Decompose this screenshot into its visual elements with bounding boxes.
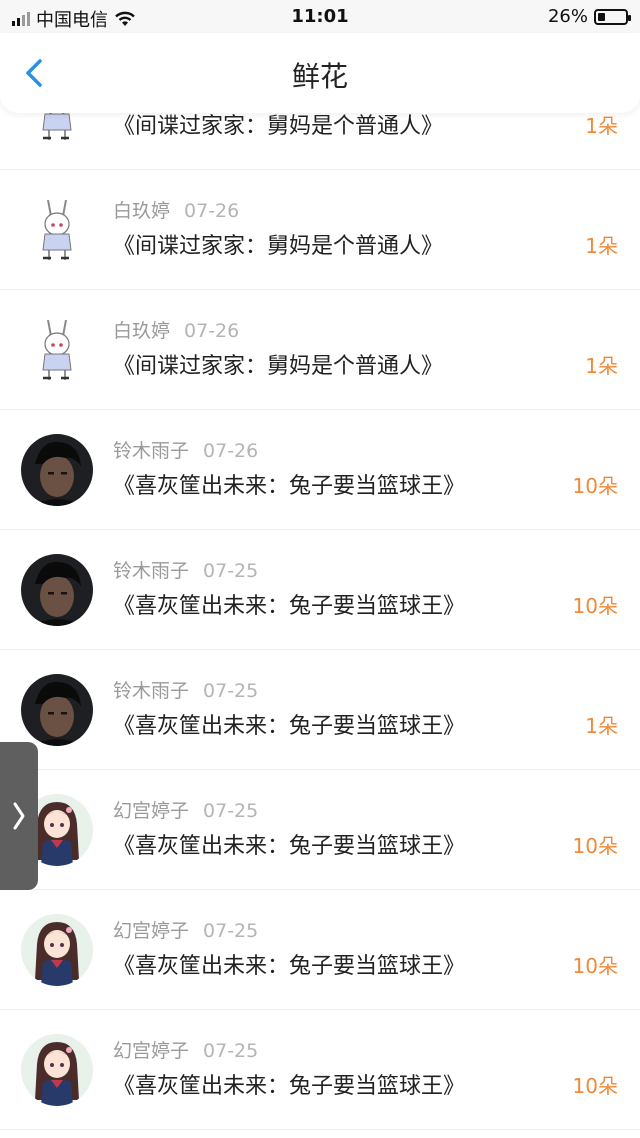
row-meta: 白玖婷 07-26 bbox=[113, 196, 239, 223]
flower-count: 10朵 bbox=[572, 954, 618, 978]
book-title: 《喜灰筐出未来：兔子要当篮球王》 bbox=[113, 954, 466, 979]
book-title: 《间谍过家家：舅妈是个普通人》 bbox=[113, 234, 444, 259]
user-name: 幻宫婷子 bbox=[113, 1040, 190, 1062]
flower-count: 10朵 bbox=[572, 474, 618, 498]
nav-bar: 鲜花 bbox=[0, 33, 640, 113]
list-item[interactable]: 铃木雨子 07-25 《喜灰筐出未来：兔子要当篮球王》 10朵 bbox=[0, 530, 640, 650]
book-title: 《喜灰筐出未来：兔子要当篮球王》 bbox=[113, 714, 466, 739]
avatar[interactable] bbox=[21, 314, 93, 386]
list-item[interactable]: 幻宫婷子 07-25 《喜灰筐出未来：兔子要当篮球王》 10朵 bbox=[0, 1010, 640, 1130]
post-date: 07-26 bbox=[203, 440, 259, 462]
list-item[interactable]: 铃木雨子 07-26 《喜灰筐出未来：兔子要当篮球王》 10朵 bbox=[0, 410, 640, 530]
flower-list: 《间谍过家家：舅妈是个普通人》 1朵 白玖婷 07-26 《间谍过家家：舅妈是个普通人》… bbox=[0, 53, 640, 1130]
flower-count: 10朵 bbox=[572, 594, 618, 618]
row-meta: 铃木雨子 07-26 bbox=[113, 436, 258, 463]
flower-count: 1朵 bbox=[585, 714, 618, 738]
status-bar: 中国电信 11:01 26% bbox=[0, 0, 640, 33]
avatar[interactable] bbox=[21, 194, 93, 266]
book-title: 《喜灰筐出未来：兔子要当篮球王》 bbox=[113, 1074, 466, 1099]
book-title: 《喜灰筐出未来：兔子要当篮球王》 bbox=[113, 594, 466, 619]
side-drawer-handle[interactable] bbox=[0, 742, 38, 890]
list-item[interactable]: 幻宫婷子 07-25 《喜灰筐出未来：兔子要当篮球王》 10朵 bbox=[0, 890, 640, 1010]
flower-count: 1朵 bbox=[585, 354, 618, 378]
row-meta: 幻宫婷子 07-25 bbox=[113, 1036, 258, 1063]
avatar[interactable] bbox=[21, 914, 93, 986]
post-date: 07-25 bbox=[203, 800, 259, 822]
book-title: 《喜灰筐出未来：兔子要当篮球王》 bbox=[113, 834, 466, 859]
row-meta: 铃木雨子 07-25 bbox=[113, 556, 258, 583]
flower-count: 1朵 bbox=[585, 114, 618, 138]
user-name: 铃木雨子 bbox=[113, 440, 190, 462]
flower-count: 1朵 bbox=[585, 234, 618, 258]
list-item[interactable]: 白玖婷 07-26 《间谍过家家：舅妈是个普通人》 1朵 bbox=[0, 290, 640, 410]
avatar[interactable] bbox=[21, 554, 93, 626]
post-date: 07-26 bbox=[184, 200, 240, 222]
post-date: 07-25 bbox=[203, 560, 259, 582]
row-meta: 白玖婷 07-26 bbox=[113, 316, 239, 343]
chevron-right-icon bbox=[13, 802, 25, 830]
avatar[interactable] bbox=[21, 1034, 93, 1106]
book-title: 《间谍过家家：舅妈是个普通人》 bbox=[113, 354, 444, 379]
user-name: 铃木雨子 bbox=[113, 560, 190, 582]
flower-count: 10朵 bbox=[572, 834, 618, 858]
row-meta: 铃木雨子 07-25 bbox=[113, 676, 258, 703]
page-title: 鲜花 bbox=[291, 60, 348, 93]
post-date: 07-26 bbox=[184, 320, 240, 342]
row-meta: 幻宫婷子 07-25 bbox=[113, 916, 258, 943]
avatar[interactable] bbox=[21, 434, 93, 506]
user-name: 幻宫婷子 bbox=[113, 800, 190, 822]
flower-count: 10朵 bbox=[572, 1074, 618, 1098]
book-title: 《喜灰筐出未来：兔子要当篮球王》 bbox=[113, 474, 466, 499]
user-name: 白玖婷 bbox=[113, 320, 171, 342]
avatar[interactable] bbox=[21, 674, 93, 746]
user-name: 幻宫婷子 bbox=[113, 920, 190, 942]
post-date: 07-25 bbox=[203, 1040, 259, 1062]
user-name: 白玖婷 bbox=[113, 200, 171, 222]
status-right: 26% bbox=[547, 6, 631, 27]
list-item[interactable]: 铃木雨子 07-25 《喜灰筐出未来：兔子要当篮球王》 1朵 bbox=[0, 650, 640, 770]
battery-icon bbox=[594, 8, 631, 25]
list-item[interactable]: 幻宫婷子 07-25 《喜灰筐出未来：兔子要当篮球王》 10朵 bbox=[0, 770, 640, 890]
row-meta: 幻宫婷子 07-25 bbox=[113, 796, 258, 823]
user-name: 铃木雨子 bbox=[113, 680, 190, 702]
post-date: 07-25 bbox=[203, 680, 259, 702]
list-item[interactable]: 白玖婷 07-26 《间谍过家家：舅妈是个普通人》 1朵 bbox=[0, 170, 640, 290]
battery-percent: 26% bbox=[547, 6, 588, 27]
post-date: 07-25 bbox=[203, 920, 259, 942]
status-time: 11:01 bbox=[291, 6, 349, 27]
